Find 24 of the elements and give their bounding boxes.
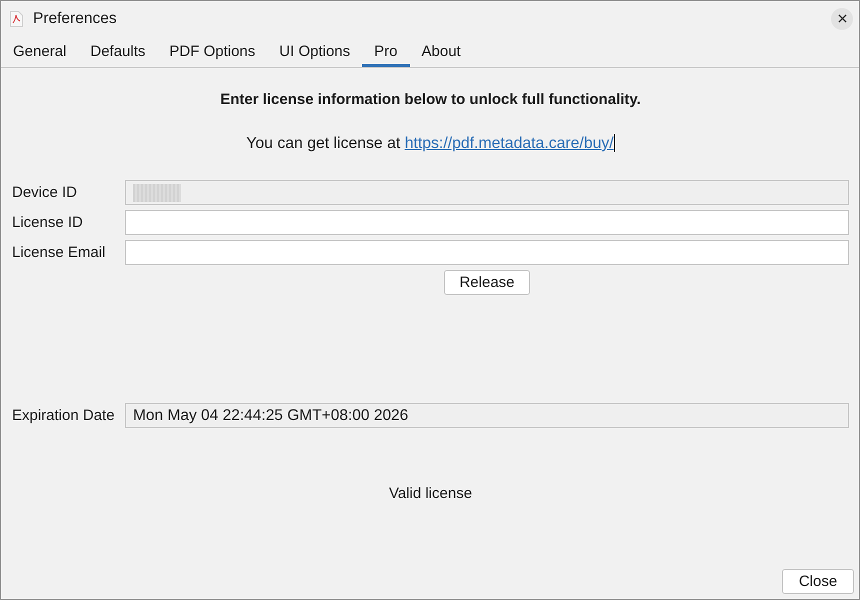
purchase-link[interactable]: https://pdf.metadata.care/buy/ xyxy=(404,135,614,152)
input-field[interactable] xyxy=(125,240,849,265)
close-dialog-button[interactable]: Close xyxy=(782,569,854,594)
close-button[interactable] xyxy=(831,8,853,30)
field-label: License Email xyxy=(12,243,106,263)
tab[interactable]: UI Options xyxy=(267,36,362,67)
heading-text: Enter license information below to unlock full functionality. xyxy=(219,90,642,110)
field-label: License ID xyxy=(12,213,84,233)
window-title: Preferences xyxy=(33,8,118,28)
license-hint-text: You can get license at https://pdf.metadata.care/buy/ xyxy=(245,134,616,154)
field-label: Device ID xyxy=(12,183,78,203)
document-icon xyxy=(10,10,23,26)
license-status-text: Valid license xyxy=(388,484,474,504)
input-field[interactable] xyxy=(125,210,849,235)
redacted-block xyxy=(133,184,181,202)
tab[interactable]: PDF Options xyxy=(157,36,268,67)
close-icon xyxy=(838,14,846,23)
tab[interactable]: About xyxy=(410,36,473,67)
release-button[interactable]: Release xyxy=(444,270,530,295)
expiration-date-field: Mon May 04 22:44:25 GMT+08:00 2026 xyxy=(125,403,849,428)
tab[interactable]: Defaults xyxy=(78,36,158,67)
tab[interactable]: Pro xyxy=(362,36,410,67)
tab[interactable]: General xyxy=(1,36,78,67)
field-label: Expiration Date xyxy=(12,406,116,426)
